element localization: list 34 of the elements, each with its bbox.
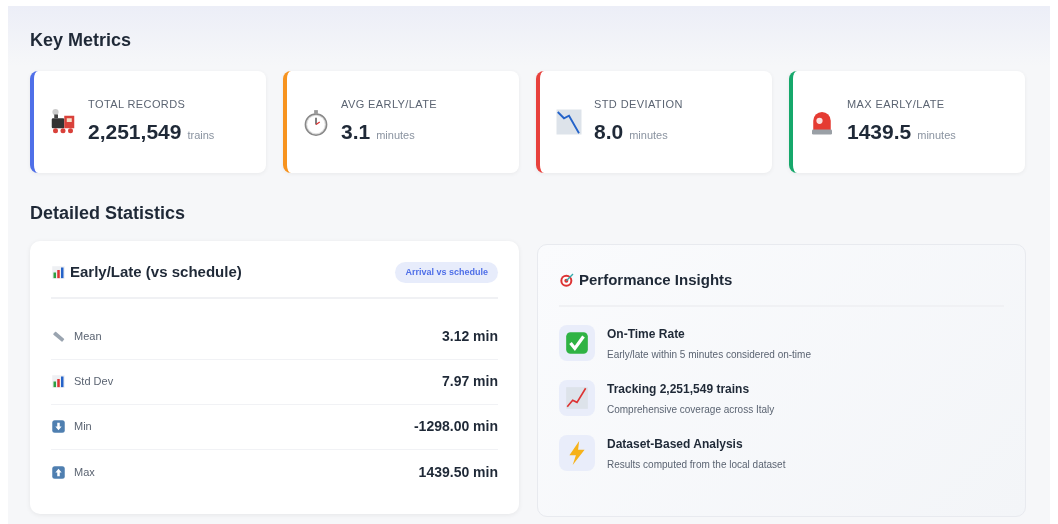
section-heading: Detailed Statistics [30, 202, 187, 225]
stat-label: Max [74, 464, 95, 480]
stat-value: 3.12 min [441, 327, 498, 347]
insight-description: Results computed from the local dataset [607, 457, 786, 472]
metric-label: STD DEVIATION [594, 96, 683, 112]
stat-label: Mean [74, 329, 102, 345]
insight-title: Tracking 2,251,549 trains [607, 380, 751, 398]
bar-chart-icon [51, 264, 66, 280]
metric-unit: minutes [917, 128, 956, 144]
stat-label: Min [74, 419, 92, 435]
tag-pill: Arrival vs schedule [395, 261, 498, 284]
stat-label: Std Dev [74, 374, 114, 390]
target-icon [559, 272, 575, 289]
card-title: Early/Late (vs schedule) [70, 262, 242, 283]
insight-description: Comprehensive coverage across Italy [607, 402, 775, 417]
metric-unit: minutes [629, 128, 668, 144]
metric-value: 2,251,549 [88, 119, 182, 146]
metric-unit: trains [187, 128, 215, 144]
bar-chart-icon [51, 374, 66, 390]
metric-label: AVG EARLY/LATE [341, 96, 438, 112]
insight-description: Early/late within 5 minutes considered on-time [607, 347, 811, 362]
stat-value: 1439.50 min [418, 462, 498, 482]
stat-value: 7.97 min [441, 372, 498, 392]
card-title: Performance Insights [579, 270, 733, 291]
metric-value: 3.1 [341, 119, 371, 146]
insight-title: On-Time Rate [607, 325, 686, 343]
metric-label: MAX EARLY/LATE [847, 96, 946, 112]
metric-label: TOTAL RECORDS [88, 96, 187, 112]
stat-value: -1298.00 min [413, 417, 498, 437]
insight-title: Dataset-Based Analysis [607, 435, 744, 453]
metric-unit: minutes [376, 128, 415, 144]
metric-value: 1439.5 [847, 119, 912, 146]
section-heading: Key Metrics [30, 30, 133, 52]
metric-value: 8.0 [594, 119, 624, 146]
